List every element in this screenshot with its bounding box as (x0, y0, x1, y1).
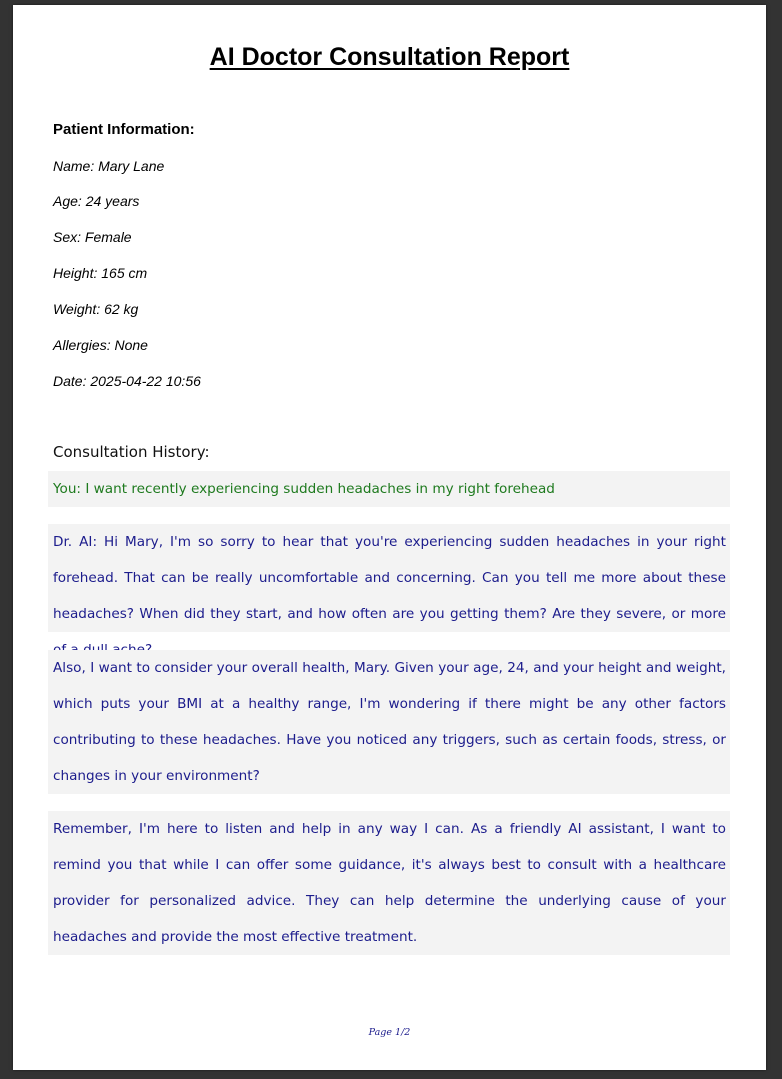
patient-age: Age: 24 years (53, 193, 140, 209)
consultation-date: Date: 2025-04-22 10:56 (53, 373, 201, 389)
patient-allergies: Allergies: None (53, 337, 148, 353)
ai-message-3: Remember, I'm here to listen and help in… (48, 811, 730, 955)
patient-name: Name: Mary Lane (53, 158, 165, 174)
report-page: AI Doctor Consultation Report Patient In… (13, 5, 766, 1070)
consultation-history-heading: Consultation History: (53, 443, 210, 461)
ai-message-1: Dr. AI: Hi Mary, I'm so sorry to hear th… (48, 524, 730, 658)
report-title: AI Doctor Consultation Report (209, 43, 570, 71)
page-number: Page 1/2 (368, 1027, 411, 1038)
patient-weight: Weight: 62 kg (53, 301, 139, 317)
patient-sex: Sex: Female (53, 229, 132, 245)
patient-info-heading: Patient Information: (53, 121, 195, 138)
ai-message-2: Also, I want to consider your overall he… (48, 650, 730, 794)
patient-height: Height: 165 cm (53, 265, 148, 281)
user-message: You: I want recently experiencing sudden… (48, 471, 730, 507)
